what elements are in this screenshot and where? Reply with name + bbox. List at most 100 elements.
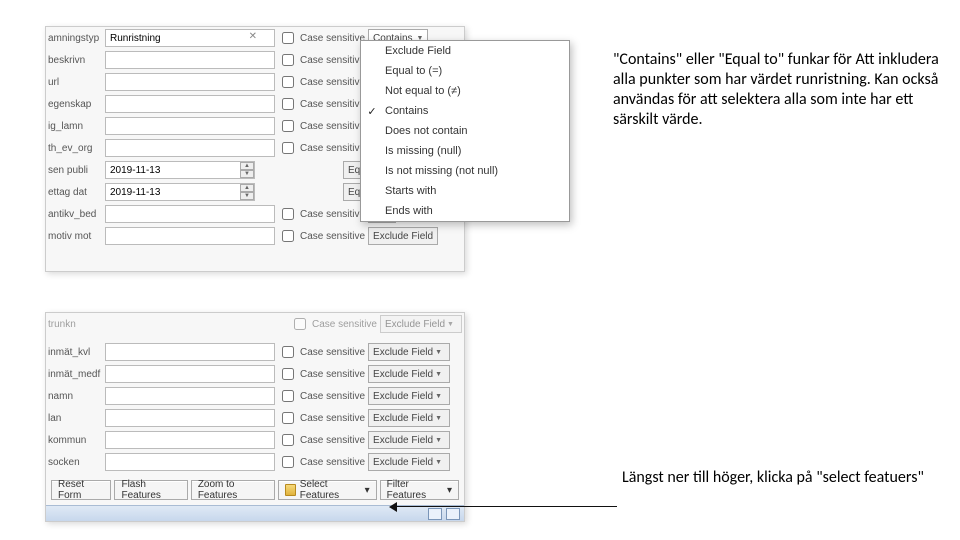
filter-row: inmät_medf Case sensitiveExclude Field▼ [46,363,464,385]
chevron-down-icon: ▼ [435,459,442,466]
filter-value-input[interactable] [105,73,275,91]
chevron-down-icon: ▾ [365,485,370,496]
menu-item-label: Is missing (null) [385,145,461,157]
menu-item[interactable]: ✓Contains [361,101,569,121]
case-sensitive-checkbox[interactable]: Case sensitive [290,315,377,333]
operator-button[interactable]: Exclude Field▼ [368,387,450,405]
chevron-down-icon: ▼ [447,321,454,328]
filter-value-input[interactable] [105,51,275,69]
operator-button[interactable]: Exclude Field▼ [368,409,450,427]
case-sensitive-checkbox[interactable]: Case sensitive [278,117,365,135]
status-icon[interactable] [446,508,460,520]
case-sensitive-checkbox[interactable]: Case sensitive [278,139,365,157]
clear-icon[interactable]: ✕ [249,31,257,42]
field-label: kommun [48,435,102,446]
field-label: amningstyp [48,33,102,44]
filter-value-input[interactable] [105,227,275,245]
operator-button[interactable]: Exclude Field▼ [368,431,450,449]
filter-row: inmät_kvl Case sensitiveExclude Field▼ [46,341,464,363]
zoom-to-features-button[interactable]: Zoom to Features [191,480,275,500]
annotation-text: "Contains" eller "Equal to" funkar för A… [613,50,943,130]
field-label: inmät_kvl [48,347,102,358]
menu-item-label: Contains [385,105,428,117]
field-label: th_ev_org [48,143,102,154]
filter-value-input[interactable] [105,95,275,113]
filter-value-input[interactable] [105,453,275,471]
chevron-down-icon: ▼ [435,437,442,444]
date-input[interactable] [105,183,255,201]
field-label: trunkn [48,319,102,330]
menu-item[interactable]: Is not missing (not null) [361,161,569,181]
filter-row: trunkn Case sensitive Exclude Field▼ [46,313,464,335]
filter-value-input[interactable] [105,409,275,427]
field-label: ig_lamn [48,121,102,132]
case-sensitive-checkbox[interactable]: Case sensitive [278,51,365,69]
filter-value-input[interactable] [105,139,275,157]
menu-item[interactable]: Does not contain [361,121,569,141]
filter-value-input[interactable] [105,387,275,405]
case-sensitive-checkbox[interactable]: Case sensitive [278,431,365,449]
case-sensitive-checkbox[interactable]: Case sensitive [278,387,365,405]
menu-item-label: Not equal to (≠) [385,85,461,97]
folder-icon [285,484,296,496]
chevron-down-icon: ▼ [435,349,442,356]
case-sensitive-checkbox[interactable]: Case sensitive [278,95,365,113]
filter-form-bottom: trunkn Case sensitive Exclude Field▼ inm… [45,312,465,522]
field-label: namn [48,391,102,402]
case-sensitive-checkbox[interactable]: Case sensitive [278,205,365,223]
filter-features-button[interactable]: Filter Features ▾ [380,480,459,500]
status-icon[interactable] [428,508,442,520]
menu-item-label: Is not missing (not null) [385,165,498,177]
menu-item[interactable]: Not equal to (≠) [361,81,569,101]
filter-value-input[interactable] [105,431,275,449]
chevron-down-icon: ▼ [435,415,442,422]
chevron-down-icon: ▼ [435,371,442,378]
operator-button[interactable]: Exclude Field▼ [368,343,450,361]
case-sensitive-checkbox[interactable]: Case sensitive [278,365,365,383]
filter-value-input[interactable] [105,343,275,361]
case-sensitive-checkbox[interactable]: Case sensitive [278,29,365,47]
date-input[interactable] [105,161,255,179]
menu-item[interactable]: Is missing (null) [361,141,569,161]
chevron-down-icon: ▾ [447,485,452,496]
case-sensitive-checkbox[interactable]: Case sensitive [278,453,365,471]
form-toolbar: Reset Form Flash Features Zoom to Featur… [48,479,462,501]
menu-item-label: Starts with [385,185,436,197]
menu-item[interactable]: Ends with [361,201,569,221]
menu-item-label: Ends with [385,205,433,217]
filter-value-input[interactable] [105,365,275,383]
reset-form-button[interactable]: Reset Form [51,480,111,500]
case-sensitive-checkbox[interactable]: Case sensitive [278,227,365,245]
field-label: lan [48,413,102,424]
field-label: antikv_bed [48,209,102,220]
chevron-down-icon: ▼ [435,393,442,400]
menu-item[interactable]: Starts with [361,181,569,201]
menu-item[interactable]: Equal to (=) [361,61,569,81]
stepper-icon[interactable]: ▲▼ [240,184,254,200]
operator-button[interactable]: Exclude Field▼ [380,315,462,333]
operator-button[interactable]: Exclude Field▼ [368,365,450,383]
case-sensitive-checkbox[interactable]: Case sensitive [278,343,365,361]
operator-button[interactable]: Exclude Field▼ [368,453,450,471]
filter-value-input[interactable] [105,205,275,223]
field-label: egenskap [48,99,102,110]
field-label: motiv mot [48,231,102,242]
case-sensitive-checkbox[interactable]: Case sensitive [278,409,365,427]
stepper-icon[interactable]: ▲▼ [240,162,254,178]
select-features-button[interactable]: Select Features ▾ [278,480,377,500]
filter-value-input[interactable] [105,117,275,135]
field-label: sen publi [48,165,102,176]
flash-features-button[interactable]: Flash Features [114,480,187,500]
operator-button[interactable]: Exclude Field [368,227,438,245]
annotation-arrow [395,506,617,507]
filter-row: namn Case sensitiveExclude Field▼ [46,385,464,407]
menu-item-label: Does not contain [385,125,468,137]
field-label: beskrivn [48,55,102,66]
menu-item[interactable]: Exclude Field [361,41,569,61]
filter-row: motiv mot Case sensitiveExclude Field [46,225,464,247]
filter-row: lan Case sensitiveExclude Field▼ [46,407,464,429]
menu-item-label: Exclude Field [385,45,451,57]
field-label: inmät_medf [48,369,102,380]
case-sensitive-checkbox[interactable]: Case sensitive [278,73,365,91]
operator-dropdown-menu: Exclude Field Equal to (=) Not equal to (≠… [360,40,570,222]
